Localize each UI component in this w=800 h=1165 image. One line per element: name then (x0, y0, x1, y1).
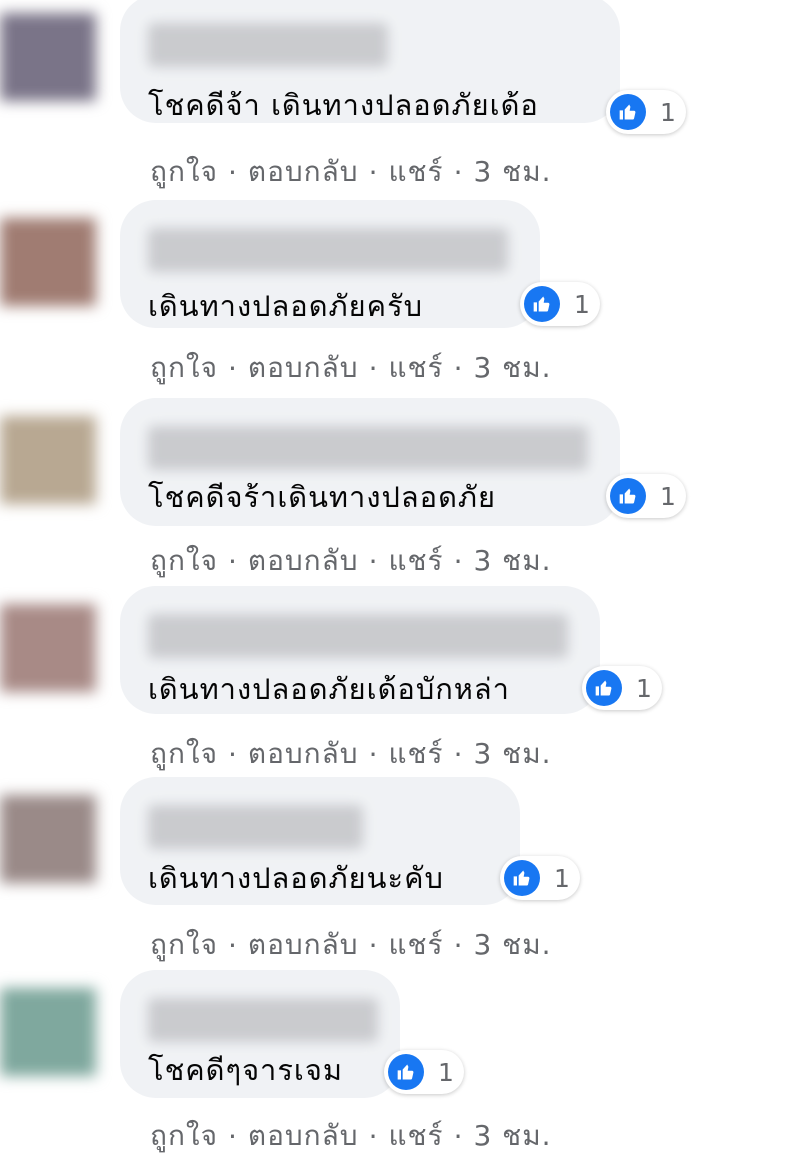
separator-dot: · (453, 544, 464, 578)
reply-link[interactable]: ตอบกลับ (248, 1114, 359, 1158)
reaction-count: 1 (636, 673, 652, 703)
share-link[interactable]: แชร์ (388, 150, 443, 194)
avatar[interactable] (0, 13, 96, 101)
comment-text: โชคดีจร้าเดินทางปลอดภัย (148, 480, 497, 514)
like-link[interactable]: ถูกใจ (150, 150, 218, 194)
reaction-summary[interactable]: 1 (582, 666, 662, 710)
separator-dot: · (227, 1119, 238, 1153)
separator-dot: · (368, 544, 379, 578)
reaction-count: 1 (438, 1057, 454, 1087)
comment-text: โชคดีๆจารเจม (148, 1053, 343, 1087)
like-link[interactable]: ถูกใจ (150, 923, 218, 967)
like-link[interactable]: ถูกใจ (150, 539, 218, 583)
author-name-redacted[interactable] (148, 998, 378, 1042)
reaction-count: 1 (554, 863, 570, 893)
comment-text: โชคดีจ้า เดินทางปลอดภัยเด้อ (148, 88, 539, 122)
timestamp[interactable]: 3 ชม. (473, 1114, 551, 1158)
avatar[interactable] (0, 416, 96, 504)
share-link[interactable]: แชร์ (388, 923, 443, 967)
comment-actions: ถูกใจ · ตอบกลับ · แชร์ · 3 ชม. (150, 732, 552, 776)
separator-dot: · (368, 928, 379, 962)
separator-dot: · (453, 737, 464, 771)
separator-dot: · (227, 544, 238, 578)
reply-link[interactable]: ตอบกลับ (248, 923, 359, 967)
separator-dot: · (453, 351, 464, 385)
like-link[interactable]: ถูกใจ (150, 1114, 218, 1158)
timestamp[interactable]: 3 ชม. (473, 923, 551, 967)
comment-text: เดินทางปลอดภัยครับ (148, 289, 424, 323)
separator-dot: · (453, 1119, 464, 1153)
separator-dot: · (227, 928, 238, 962)
thumbs-up-icon (524, 286, 560, 322)
avatar[interactable] (0, 795, 96, 883)
author-name-redacted[interactable] (148, 805, 363, 849)
reaction-summary[interactable]: 1 (606, 474, 686, 518)
author-name-redacted[interactable] (148, 23, 388, 67)
reaction-summary[interactable]: 1 (384, 1050, 464, 1094)
reaction-summary[interactable]: 1 (520, 282, 600, 326)
reaction-count: 1 (660, 481, 676, 511)
comment-actions: ถูกใจ · ตอบกลับ · แชร์ · 3 ชม. (150, 923, 552, 967)
author-name-redacted[interactable] (148, 426, 588, 470)
timestamp[interactable]: 3 ชม. (473, 346, 551, 390)
thumbs-up-icon (610, 94, 646, 130)
like-link[interactable]: ถูกใจ (150, 346, 218, 390)
separator-dot: · (368, 351, 379, 385)
separator-dot: · (368, 1119, 379, 1153)
reply-link[interactable]: ตอบกลับ (248, 150, 359, 194)
like-link[interactable]: ถูกใจ (150, 732, 218, 776)
reply-link[interactable]: ตอบกลับ (248, 732, 359, 776)
comment-actions: ถูกใจ · ตอบกลับ · แชร์ · 3 ชม. (150, 1114, 552, 1158)
avatar[interactable] (0, 604, 96, 692)
separator-dot: · (368, 737, 379, 771)
comment-actions: ถูกใจ · ตอบกลับ · แชร์ · 3 ชม. (150, 346, 552, 390)
reaction-summary[interactable]: 1 (500, 856, 580, 900)
reaction-count: 1 (574, 289, 590, 319)
thumbs-up-icon (610, 478, 646, 514)
share-link[interactable]: แชร์ (388, 732, 443, 776)
reply-link[interactable]: ตอบกลับ (248, 346, 359, 390)
separator-dot: · (227, 155, 238, 189)
timestamp[interactable]: 3 ชม. (473, 732, 551, 776)
comment-actions: ถูกใจ · ตอบกลับ · แชร์ · 3 ชม. (150, 539, 552, 583)
comment-feed: โชคดีจ้า เดินทางปลอดภัยเด้อ 1 ถูกใจ · ตอบกลั… (0, 0, 800, 1165)
reaction-summary[interactable]: 1 (606, 90, 686, 134)
thumbs-up-icon (388, 1054, 424, 1090)
separator-dot: · (453, 155, 464, 189)
comment-text: เดินทางปลอดภัยเด้อบักหล่า (148, 672, 510, 706)
share-link[interactable]: แชร์ (388, 346, 443, 390)
reply-link[interactable]: ตอบกลับ (248, 539, 359, 583)
author-name-redacted[interactable] (148, 614, 568, 658)
comment-text: เดินทางปลอดภัยนะคับ (148, 861, 444, 895)
separator-dot: · (227, 351, 238, 385)
timestamp[interactable]: 3 ชม. (473, 539, 551, 583)
separator-dot: · (368, 155, 379, 189)
separator-dot: · (227, 737, 238, 771)
timestamp[interactable]: 3 ชม. (473, 150, 551, 194)
thumbs-up-icon (586, 670, 622, 706)
share-link[interactable]: แชร์ (388, 539, 443, 583)
avatar[interactable] (0, 218, 96, 306)
avatar[interactable] (0, 988, 96, 1076)
thumbs-up-icon (504, 860, 540, 896)
comment-actions: ถูกใจ · ตอบกลับ · แชร์ · 3 ชม. (150, 150, 552, 194)
separator-dot: · (453, 928, 464, 962)
author-name-redacted[interactable] (148, 228, 508, 272)
share-link[interactable]: แชร์ (388, 1114, 443, 1158)
reaction-count: 1 (660, 97, 676, 127)
